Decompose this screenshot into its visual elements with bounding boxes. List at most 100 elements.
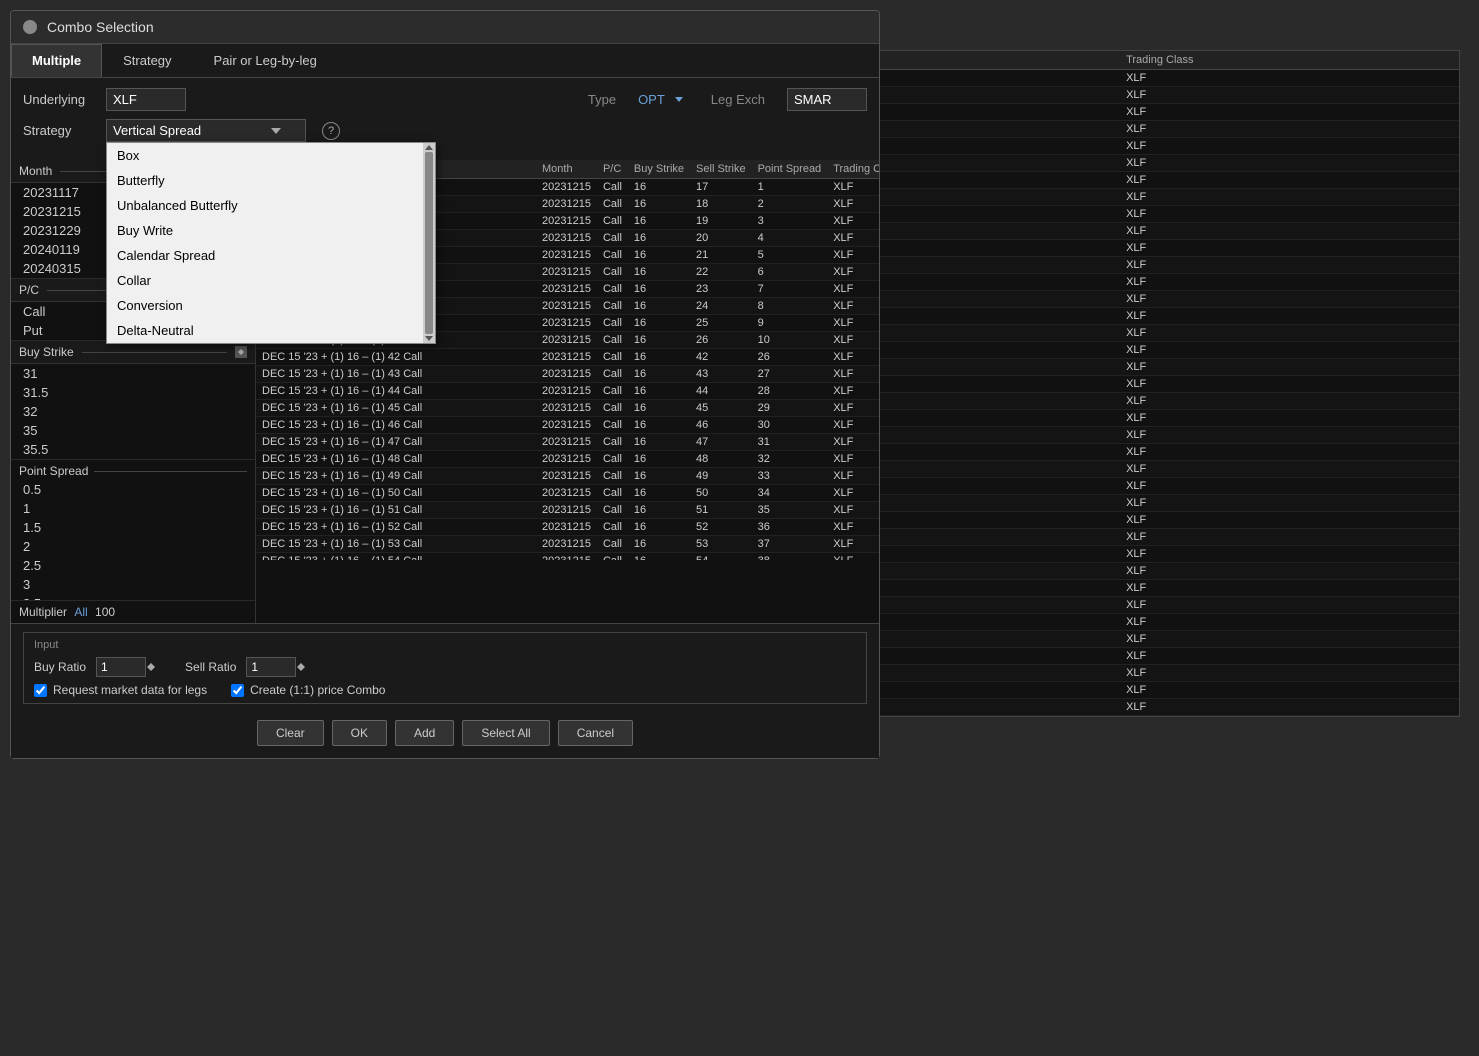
cell-class: XLF <box>827 247 879 264</box>
cell-desc: DEC 15 '23 + (1) 16 – (1) 53 Call <box>256 536 536 553</box>
sell-ratio-down[interactable] <box>297 667 305 671</box>
table-row[interactable]: DEC 15 '23 + (1) 16 – (1) 47 Call 202312… <box>256 434 879 451</box>
underlying-input[interactable] <box>106 88 186 111</box>
create-combo-label: Create (1:1) price Combo <box>250 683 385 697</box>
multiplier-num: 100 <box>95 605 115 619</box>
buy-strike-item[interactable]: 35 <box>11 421 255 440</box>
cell-spread: 26 <box>752 349 828 366</box>
cell-class: XLF <box>827 366 879 383</box>
cell-spread: 4 <box>752 230 828 247</box>
cell-pc: Call <box>597 264 628 281</box>
buy-ratio-down[interactable] <box>147 667 155 671</box>
point-spread-header: Point Spread <box>11 460 255 480</box>
scroll-up-arrow[interactable] <box>425 145 433 150</box>
dropdown-item-buy-write[interactable]: Buy Write <box>107 218 435 243</box>
table-row[interactable]: DEC 15 '23 + (1) 16 – (1) 53 Call 202312… <box>256 536 879 553</box>
cell-month: 20231215 <box>536 536 597 553</box>
right-cell-class: XLF <box>1118 478 1459 495</box>
dropdown-item-conversion[interactable]: Conversion <box>107 293 435 318</box>
table-row[interactable]: DEC 15 '23 + (1) 16 – (1) 49 Call 202312… <box>256 468 879 485</box>
cell-pc: Call <box>597 179 628 196</box>
buy-strike-item[interactable]: 31 <box>11 364 255 383</box>
table-row[interactable]: DEC 15 '23 + (1) 16 – (1) 50 Call 202312… <box>256 485 879 502</box>
table-row[interactable]: DEC 15 '23 + (1) 16 – (1) 43 Call 202312… <box>256 366 879 383</box>
help-icon[interactable]: ? <box>322 122 340 140</box>
clear-button[interactable]: Clear <box>257 720 324 746</box>
table-row[interactable]: DEC 15 '23 + (1) 16 – (1) 52 Call 202312… <box>256 519 879 536</box>
point-spread-item[interactable]: 2 <box>11 537 255 556</box>
cell-month: 20231215 <box>536 434 597 451</box>
cancel-button[interactable]: Cancel <box>558 720 633 746</box>
point-spread-item[interactable]: 0.5 <box>11 480 255 499</box>
sell-ratio-input[interactable] <box>246 657 296 677</box>
tab-pair-leg[interactable]: Pair or Leg-by-leg <box>193 44 338 77</box>
point-spread-filter-section: Point Spread 0.511.522.533.544.555.56 <box>11 460 255 601</box>
tabs-row: Multiple Strategy Pair or Leg-by-leg <box>11 44 879 78</box>
cell-spread: 30 <box>752 417 828 434</box>
dropdown-item-box[interactable]: Box <box>107 143 435 168</box>
right-cell-class: XLF <box>1118 665 1459 682</box>
buy-strike-item[interactable]: 31.5 <box>11 383 255 402</box>
scroll-down-arrow[interactable] <box>425 336 433 341</box>
request-market-data-checkbox[interactable] <box>34 684 47 697</box>
add-button[interactable]: Add <box>395 720 454 746</box>
cell-class: XLF <box>827 281 879 298</box>
type-dropdown-icon[interactable] <box>675 97 683 102</box>
bottom-bar: Input Buy Ratio Sell Ratio <box>11 623 879 758</box>
table-row[interactable]: DEC 15 '23 + (1) 16 – (1) 42 Call 202312… <box>256 349 879 366</box>
table-row[interactable]: DEC 15 '23 + (1) 16 – (1) 45 Call 202312… <box>256 400 879 417</box>
point-spread-list: 0.511.522.533.544.555.56 <box>11 480 255 600</box>
dropdown-item-unbalanced-butterfly[interactable]: Unbalanced Butterfly <box>107 193 435 218</box>
strategy-select[interactable]: Vertical Spread Box Butterfly Unbalanced… <box>106 119 306 142</box>
point-spread-item[interactable]: 2.5 <box>11 556 255 575</box>
select-all-button[interactable]: Select All <box>462 720 549 746</box>
point-spread-item[interactable]: 3.5 <box>11 594 255 600</box>
dropdown-scrollbar[interactable] <box>423 143 435 343</box>
point-spread-item[interactable]: 1.5 <box>11 518 255 537</box>
table-row[interactable]: DEC 15 '23 + (1) 16 – (1) 51 Call 202312… <box>256 502 879 519</box>
cell-spread: 2 <box>752 196 828 213</box>
cell-sell: 50 <box>690 485 752 502</box>
dropdown-item-calendar-spread[interactable]: Calendar Spread <box>107 243 435 268</box>
buy-strike-item[interactable]: 32 <box>11 402 255 421</box>
cell-spread: 27 <box>752 366 828 383</box>
buy-strike-scroll[interactable] <box>235 346 247 358</box>
cell-buy: 16 <box>628 281 690 298</box>
table-row[interactable]: DEC 15 '23 + (1) 16 – (1) 54 Call 202312… <box>256 553 879 561</box>
table-row[interactable]: DEC 15 '23 + (1) 16 – (1) 46 Call 202312… <box>256 417 879 434</box>
leg-exch-input[interactable] <box>787 88 867 111</box>
dropdown-item-delta-neutral[interactable]: Delta-Neutral <box>107 318 435 343</box>
cell-month: 20231215 <box>536 264 597 281</box>
cell-buy: 16 <box>628 315 690 332</box>
right-cell-class: XLF <box>1118 648 1459 665</box>
strategy-display[interactable]: Vertical Spread <box>106 119 306 142</box>
create-combo-checkbox[interactable] <box>231 684 244 697</box>
cell-sell: 20 <box>690 230 752 247</box>
point-spread-item[interactable]: 1 <box>11 499 255 518</box>
table-row[interactable]: DEC 15 '23 + (1) 16 – (1) 48 Call 202312… <box>256 451 879 468</box>
buy-strike-item[interactable]: 35.5 <box>11 440 255 459</box>
cell-month: 20231215 <box>536 502 597 519</box>
right-cell-class: XLF <box>1118 104 1459 121</box>
multiplier-all[interactable]: All <box>74 605 87 619</box>
close-button[interactable] <box>23 20 37 34</box>
cell-sell: 18 <box>690 196 752 213</box>
cell-spread: 10 <box>752 332 828 349</box>
table-row[interactable]: DEC 15 '23 + (1) 16 – (1) 44 Call 202312… <box>256 383 879 400</box>
cell-sell: 17 <box>690 179 752 196</box>
col-point-spread: Point Spread <box>752 160 828 179</box>
dropdown-item-butterfly[interactable]: Butterfly <box>107 168 435 193</box>
type-value[interactable]: OPT <box>638 92 665 107</box>
tab-strategy[interactable]: Strategy <box>102 44 192 77</box>
buy-ratio-input[interactable] <box>96 657 146 677</box>
sell-ratio-control <box>246 657 305 677</box>
cell-buy: 16 <box>628 519 690 536</box>
dropdown-item-collar[interactable]: Collar <box>107 268 435 293</box>
type-label: Type <box>588 92 616 107</box>
point-spread-item[interactable]: 3 <box>11 575 255 594</box>
ok-button[interactable]: OK <box>332 720 387 746</box>
tab-multiple[interactable]: Multiple <box>11 44 102 77</box>
right-cell-class: XLF <box>1118 257 1459 274</box>
cell-sell: 22 <box>690 264 752 281</box>
right-cell-class: XLF <box>1118 70 1459 87</box>
